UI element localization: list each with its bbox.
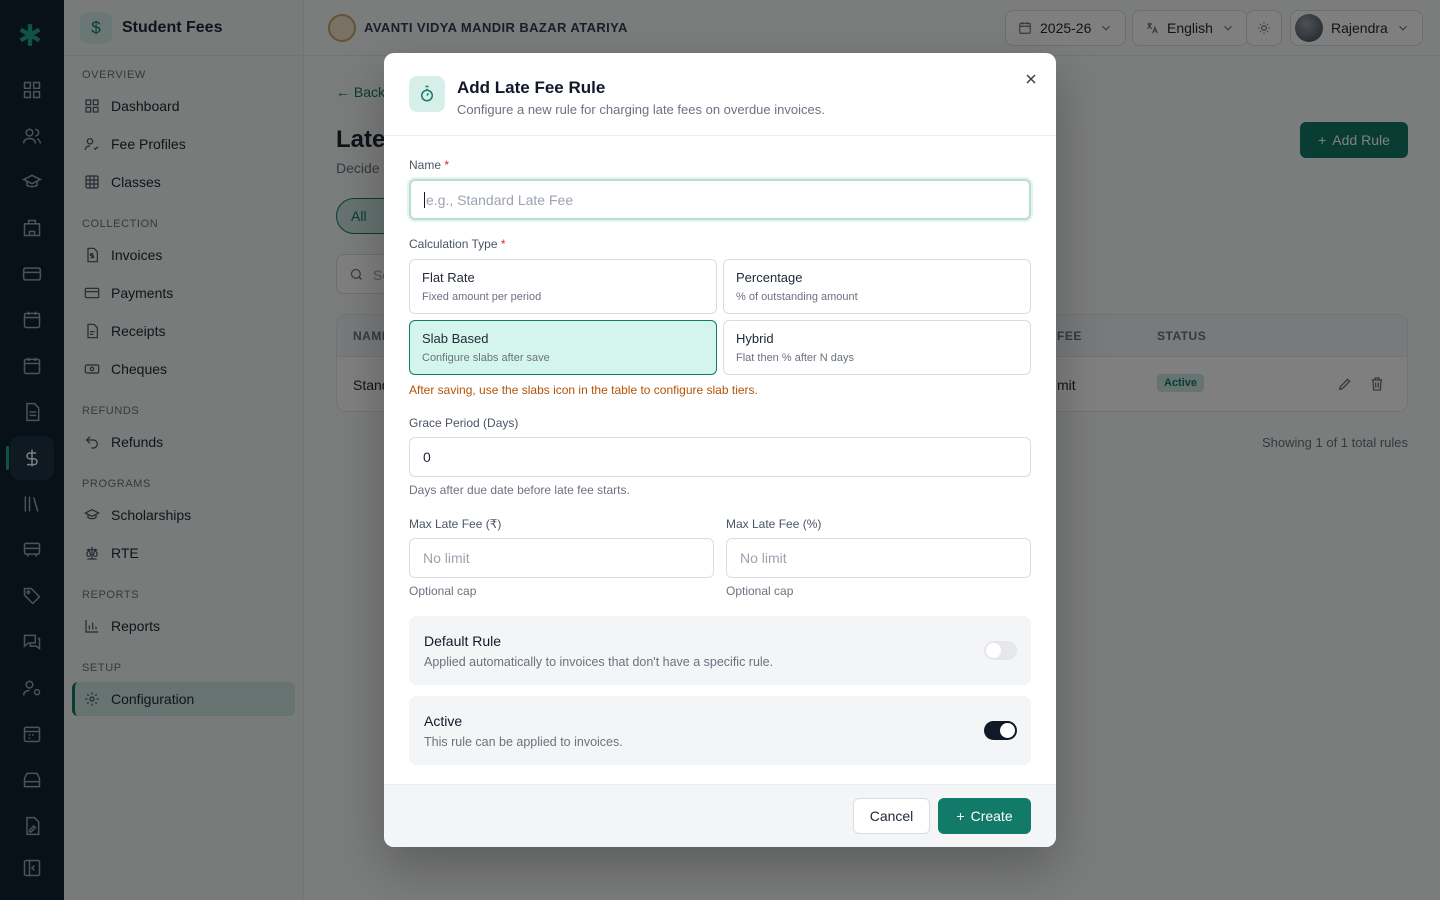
default-rule-card: Default Rule Applied automatically to in… bbox=[409, 616, 1031, 685]
option-title: Percentage bbox=[736, 270, 803, 285]
name-label: Name * bbox=[409, 158, 449, 172]
max-pct-help: Optional cap bbox=[726, 584, 794, 598]
toggle-knob bbox=[986, 643, 1001, 658]
required-mark: * bbox=[500, 237, 506, 251]
name-placeholder: e.g., Standard Late Fee bbox=[426, 191, 574, 208]
create-label: Create bbox=[970, 808, 1013, 824]
option-title: Slab Based bbox=[422, 331, 489, 346]
default-rule-title: Default Rule bbox=[424, 633, 502, 649]
grace-help: Days after due date before late fee star… bbox=[409, 483, 630, 497]
dialog-header: Add Late Fee Rule Configure a new rule f… bbox=[384, 53, 1056, 136]
calc-option-slab-based[interactable]: Slab Based Configure slabs after save bbox=[409, 320, 717, 375]
stopwatch-icon bbox=[409, 76, 445, 112]
option-title: Flat Rate bbox=[422, 270, 475, 285]
calc-type-label: Calculation Type * bbox=[409, 237, 506, 251]
max-pct-input[interactable]: No limit bbox=[726, 538, 1031, 578]
add-late-fee-rule-dialog: Add Late Fee Rule Configure a new rule f… bbox=[384, 53, 1056, 847]
required-mark: * bbox=[444, 158, 450, 172]
create-button[interactable]: + Create bbox=[938, 798, 1031, 834]
calc-option-flat-rate[interactable]: Flat Rate Fixed amount per period bbox=[409, 259, 717, 314]
dialog-description: Configure a new rule for charging late f… bbox=[457, 102, 825, 117]
active-desc: This rule can be applied to invoices. bbox=[424, 735, 623, 749]
default-rule-toggle[interactable] bbox=[984, 641, 1017, 660]
name-input[interactable]: e.g., Standard Late Fee bbox=[409, 179, 1031, 220]
option-desc: Flat then % after N days bbox=[736, 352, 854, 364]
active-toggle[interactable] bbox=[984, 721, 1017, 740]
dialog-footer: Cancel + Create bbox=[384, 784, 1056, 847]
calc-type-label-text: Calculation Type bbox=[409, 237, 498, 251]
option-title: Hybrid bbox=[736, 331, 774, 346]
max-amount-help: Optional cap bbox=[409, 584, 477, 598]
default-rule-desc: Applied automatically to invoices that d… bbox=[424, 655, 774, 669]
active-title: Active bbox=[424, 713, 463, 729]
active-rule-card: Active This rule can be applied to invoi… bbox=[409, 696, 1031, 765]
max-amount-label: Max Late Fee (₹) bbox=[409, 517, 502, 531]
cancel-button[interactable]: Cancel bbox=[853, 798, 930, 834]
max-pct-label: Max Late Fee (%) bbox=[726, 517, 822, 531]
plus-icon: + bbox=[956, 808, 965, 824]
text-caret bbox=[424, 191, 425, 208]
option-desc: Fixed amount per period bbox=[422, 291, 542, 303]
max-amount-input[interactable]: No limit bbox=[409, 538, 714, 578]
toggle-knob bbox=[1000, 723, 1015, 738]
dialog-title: Add Late Fee Rule bbox=[457, 78, 606, 97]
grace-label: Grace Period (Days) bbox=[409, 416, 519, 430]
grace-period-input[interactable]: 0 bbox=[409, 437, 1031, 477]
calc-option-percentage[interactable]: Percentage % of outstanding amount bbox=[723, 259, 1031, 314]
close-icon[interactable] bbox=[1023, 71, 1039, 87]
option-desc: Configure slabs after save bbox=[422, 352, 550, 364]
name-label-text: Name bbox=[409, 158, 442, 172]
slab-warning: After saving, use the slabs icon in the … bbox=[409, 383, 758, 397]
calc-option-hybrid[interactable]: Hybrid Flat then % after N days bbox=[723, 320, 1031, 375]
option-desc: % of outstanding amount bbox=[736, 291, 858, 303]
